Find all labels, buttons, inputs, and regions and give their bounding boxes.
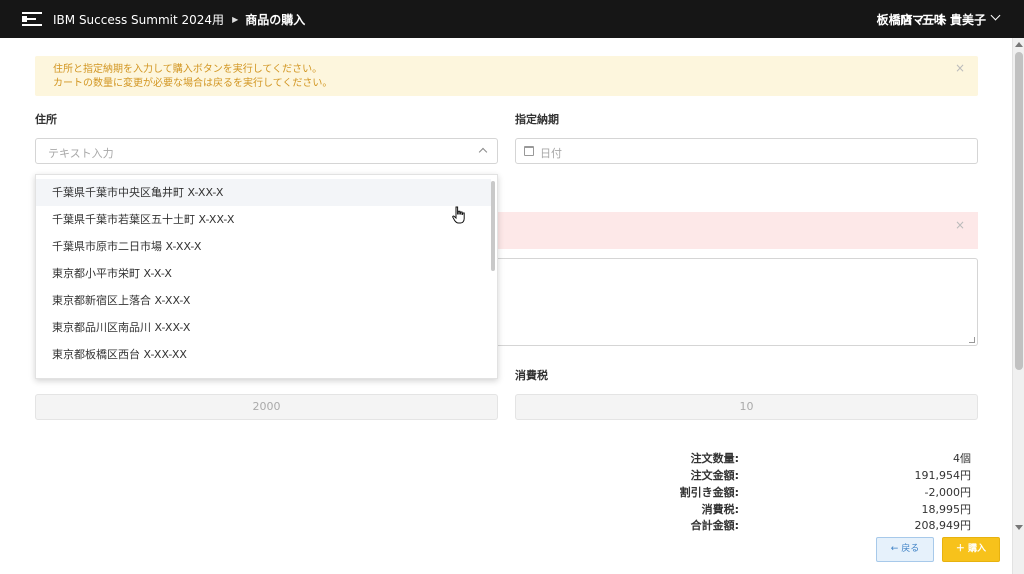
dropdown-scroll-thumb[interactable]	[491, 181, 495, 271]
hand-cursor-icon	[452, 206, 465, 224]
dropdown-option[interactable]: 千葉県千葉市中央区亀井町 X-XX-X	[36, 179, 491, 206]
summary-label: 消費税:	[701, 503, 739, 516]
tax-label: 消費税	[515, 369, 548, 382]
back-button[interactable]: ← 戻る	[876, 537, 934, 562]
dropdown-option[interactable]: 東京都品川区南品川 X-XX-X	[36, 314, 491, 341]
page-title: 商品の購入	[245, 12, 306, 27]
summary-value: 191,954円	[914, 469, 972, 482]
notice-line: カートの数量に変更が必要な場合は戻るを実行してください。	[53, 78, 333, 89]
due-date-input[interactable]: 日付	[515, 138, 978, 164]
chevron-down-icon[interactable]	[990, 10, 1001, 21]
resize-handle-icon[interactable]	[969, 337, 975, 343]
summary-label: 注文金額:	[690, 469, 739, 482]
address-placeholder: テキスト入力	[48, 147, 114, 160]
summary-label: 合計金額:	[690, 519, 739, 532]
address-dropdown: 千葉県千葉市中央区亀井町 X-XX-X 千葉県千葉市若葉区五十土町 X-XX-X…	[35, 174, 498, 379]
address-input[interactable]: テキスト入力	[35, 138, 498, 164]
close-icon[interactable]: ×	[955, 61, 965, 75]
dropdown-option[interactable]: 東京都小平市栄町 X-X-X	[36, 260, 491, 287]
dropdown-option[interactable]: 千葉県千葉市若葉区五十土町 X-XX-X	[36, 206, 491, 233]
breadcrumb-separator-icon: ▶	[232, 14, 239, 24]
page-scrollbar[interactable]	[1012, 38, 1024, 574]
scroll-down-icon[interactable]	[1015, 525, 1023, 530]
tax-field: 10	[515, 394, 978, 420]
top-bar: IBM Success Summit 2024用 ▶ 商品の購入 Mマート 板橋…	[0, 0, 1024, 38]
summary-value: 208,949円	[914, 519, 972, 532]
due-date-label: 指定納期	[515, 113, 559, 126]
menu-icon[interactable]	[22, 11, 42, 27]
error-notice: ×	[498, 212, 978, 249]
info-notice: 住所と指定納期を入力して購入ボタンを実行してください。 カートの数量に変更が必要…	[35, 56, 978, 96]
summary-value: -2,000円	[924, 486, 971, 499]
summary-value: 18,995円	[921, 503, 972, 516]
purchase-button[interactable]: ＋ 購入	[942, 537, 1000, 562]
calendar-icon	[524, 146, 534, 156]
scroll-thumb[interactable]	[1015, 52, 1023, 370]
notice-line: 住所と指定納期を入力して購入ボタンを実行してください。	[53, 64, 323, 75]
close-icon[interactable]: ×	[955, 218, 965, 232]
user-name[interactable]: 板橋店 -五味 貴美子	[877, 11, 986, 28]
address-label: 住所	[35, 113, 57, 126]
app-title[interactable]: IBM Success Summit 2024用	[53, 11, 224, 28]
summary-label: 注文数量:	[690, 452, 739, 465]
scroll-up-icon[interactable]	[1015, 42, 1023, 47]
chevron-up-icon[interactable]	[478, 147, 488, 157]
dropdown-option[interactable]: 東京都新宿区上落合 X-XX-X	[36, 287, 491, 314]
dropdown-option[interactable]: 千葉県市原市二日市場 X-XX-X	[36, 233, 491, 260]
summary-label: 割引き金額:	[679, 486, 739, 499]
remarks-textarea[interactable]	[498, 258, 978, 346]
summary-value: 4個	[953, 452, 971, 465]
dropdown-option[interactable]: 東京都板橋区西台 X-XX-XX	[36, 341, 491, 368]
discount-field: 2000	[35, 394, 498, 420]
due-date-placeholder: 日付	[540, 147, 562, 160]
